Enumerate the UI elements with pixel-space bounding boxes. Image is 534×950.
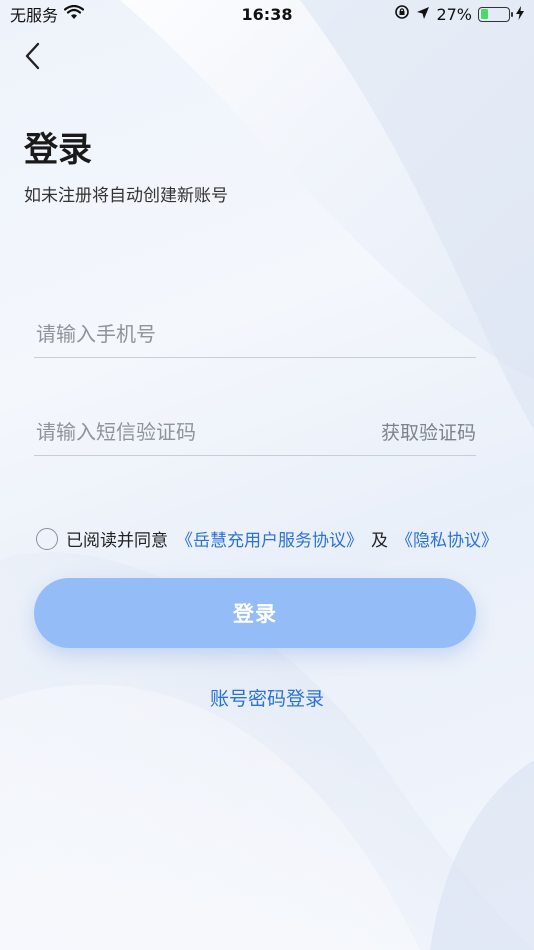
wifi-icon [63, 4, 85, 24]
agreement-and: 及 [371, 531, 388, 551]
agreement-checkbox[interactable] [36, 527, 58, 550]
carrier-label: 无服务 [10, 6, 59, 25]
battery-level-fill [480, 9, 488, 19]
page-subtitle: 如未注册将自动创建新账号 [24, 186, 228, 206]
back-button[interactable] [18, 40, 46, 76]
password-login-link[interactable]: 账号密码登录 [0, 684, 534, 711]
agreement-row: 已阅读并同意 《岳慧充用户服务协议》及《隐私协议》 [36, 526, 498, 551]
battery-percent: 27% [436, 4, 472, 24]
page-title: 登录 [24, 130, 92, 170]
phone-input[interactable] [34, 321, 476, 346]
battery-icon [478, 6, 513, 22]
agreement-prefix: 已阅读并同意 [66, 531, 168, 551]
get-code-button[interactable]: 获取验证码 [381, 418, 476, 445]
privacy-agreement-link[interactable]: 《隐私协议》 [396, 526, 498, 551]
chevron-left-icon [24, 42, 40, 74]
charging-icon [516, 5, 524, 24]
login-button[interactable]: 登录 [34, 578, 476, 648]
rotation-lock-icon [394, 4, 410, 24]
code-field: 获取验证码 [34, 408, 476, 456]
sms-code-input[interactable] [34, 419, 381, 444]
status-bar: 无服务 16:38 27% [0, 0, 534, 28]
location-icon [416, 5, 430, 24]
phone-field [34, 310, 476, 358]
service-agreement-link[interactable]: 《岳慧充用户服务协议》 [176, 526, 363, 551]
